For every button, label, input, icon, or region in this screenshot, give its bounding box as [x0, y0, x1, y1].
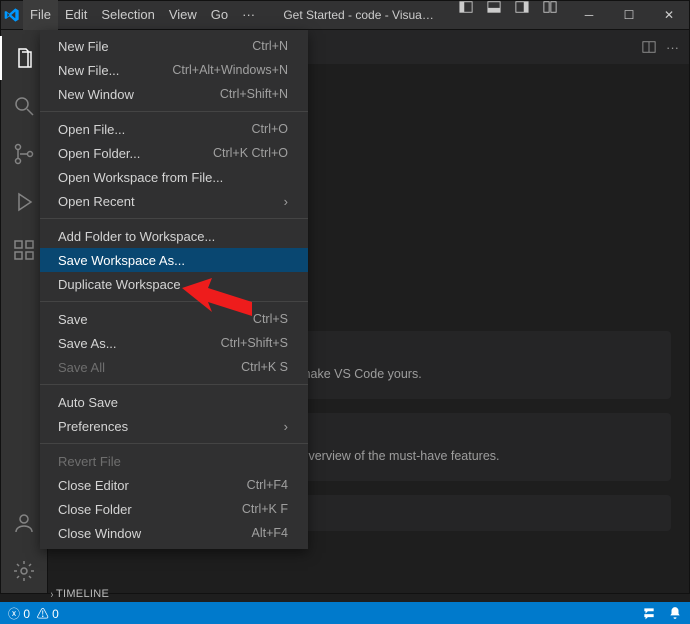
titlebar: File Edit Selection View Go ··· Get Star…: [0, 0, 690, 30]
minimize-button[interactable]: ─: [569, 0, 609, 30]
menu-selection[interactable]: Selection: [94, 0, 161, 30]
layout-controls: [455, 0, 569, 30]
toggle-panel-bottom-icon[interactable]: [487, 0, 509, 30]
menu-open-workspace[interactable]: Open Workspace from File...: [40, 165, 308, 189]
chevron-right-icon: ›: [284, 419, 288, 434]
menu-close-folder[interactable]: Close FolderCtrl+K F: [40, 497, 308, 521]
window-title: Get Started - code - Visua…: [262, 8, 455, 22]
file-menu-dropdown: New FileCtrl+N New File...Ctrl+Alt+Windo…: [40, 30, 308, 549]
menu-open-folder[interactable]: Open Folder...Ctrl+K Ctrl+O: [40, 141, 308, 165]
menu-new-file-template[interactable]: New File...Ctrl+Alt+Windows+N: [40, 58, 308, 82]
status-problems[interactable]: ⓧ 0 ⚠ 0: [8, 605, 59, 622]
menu-new-window[interactable]: New WindowCtrl+Shift+N: [40, 82, 308, 106]
menu-close-editor[interactable]: Close EditorCtrl+F4: [40, 473, 308, 497]
menu-more[interactable]: ···: [235, 0, 262, 30]
menu-close-window[interactable]: Close WindowAlt+F4: [40, 521, 308, 545]
menu-save-workspace-as[interactable]: Save Workspace As...: [40, 248, 308, 272]
menu-edit[interactable]: Edit: [58, 0, 94, 30]
more-actions-icon[interactable]: ···: [666, 40, 679, 55]
menu-new-file[interactable]: New FileCtrl+N: [40, 34, 308, 58]
menu-file[interactable]: File: [23, 0, 58, 30]
feedback-icon[interactable]: [642, 606, 656, 620]
menu-bar: File Edit Selection View Go ···: [23, 0, 262, 30]
menu-save-all[interactable]: Save AllCtrl+K S: [40, 355, 308, 379]
timeline-section[interactable]: ›TIMELINE: [50, 588, 109, 600]
error-icon: ⓧ: [8, 607, 20, 621]
window-controls: ─ ☐ ✕: [569, 0, 689, 30]
activity-settings[interactable]: [0, 549, 48, 593]
toggle-panel-left-icon[interactable]: [459, 0, 481, 30]
customize-layout-icon[interactable]: [543, 0, 565, 30]
menu-add-folder[interactable]: Add Folder to Workspace...: [40, 224, 308, 248]
menu-save-as[interactable]: Save As...Ctrl+Shift+S: [40, 331, 308, 355]
bell-icon[interactable]: [668, 606, 682, 620]
menu-duplicate-workspace[interactable]: Duplicate Workspace: [40, 272, 308, 296]
vscode-logo: [1, 0, 23, 30]
maximize-button[interactable]: ☐: [609, 0, 649, 30]
split-editor-icon[interactable]: [642, 40, 656, 55]
warning-count: 0: [52, 607, 59, 621]
warning-icon: ⚠: [37, 607, 49, 621]
menu-view[interactable]: View: [162, 0, 204, 30]
status-bar: ⓧ 0 ⚠ 0: [0, 602, 690, 624]
menu-preferences[interactable]: Preferences›: [40, 414, 308, 438]
menu-open-file[interactable]: Open File...Ctrl+O: [40, 117, 308, 141]
menu-open-recent[interactable]: Open Recent›: [40, 189, 308, 213]
menu-revert-file[interactable]: Revert File: [40, 449, 308, 473]
chevron-right-icon: ›: [284, 194, 288, 209]
error-count: 0: [23, 607, 30, 621]
close-button[interactable]: ✕: [649, 0, 689, 30]
menu-save[interactable]: SaveCtrl+S: [40, 307, 308, 331]
menu-auto-save[interactable]: Auto Save: [40, 390, 308, 414]
menu-go[interactable]: Go: [204, 0, 235, 30]
toggle-panel-right-icon[interactable]: [515, 0, 537, 30]
